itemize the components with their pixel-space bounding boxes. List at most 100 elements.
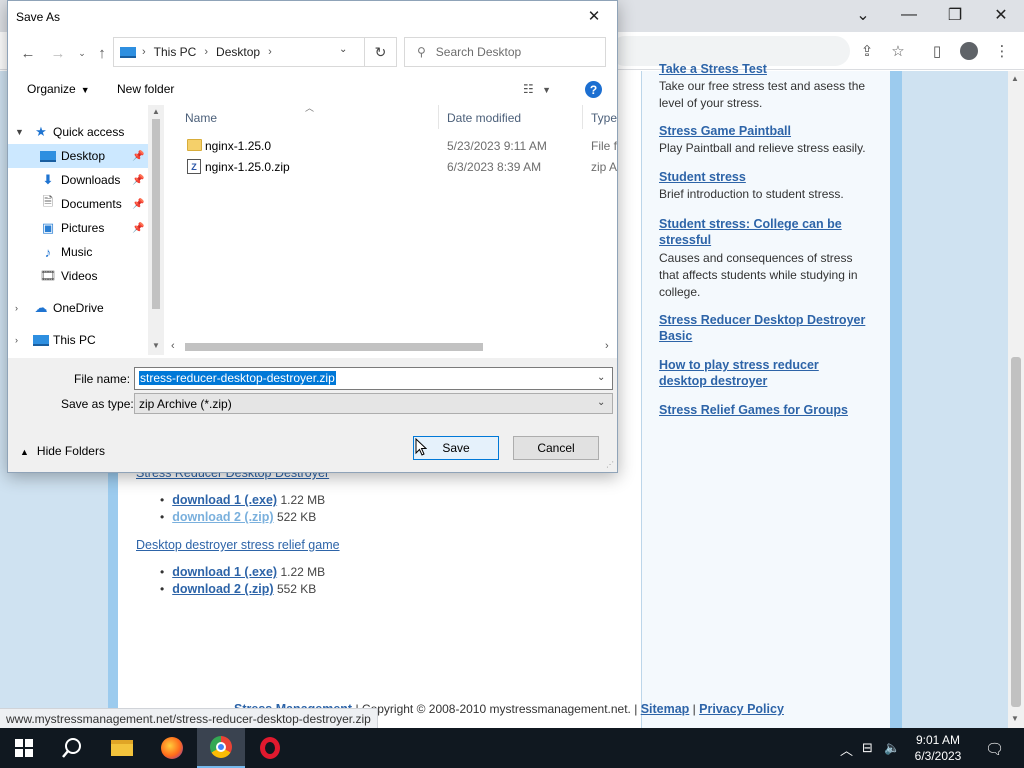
document-icon: 🗎 bbox=[42, 194, 54, 209]
page-right-margin bbox=[890, 71, 1010, 728]
chrome-taskbar-button[interactable] bbox=[197, 728, 245, 768]
page-scrollbar[interactable]: ▲ ▼ bbox=[1008, 71, 1024, 728]
side-link[interactable]: Take a Stress Test bbox=[659, 62, 767, 76]
nav-music[interactable]: ♪ Music bbox=[8, 240, 148, 264]
pin-icon: 📌 bbox=[132, 222, 145, 234]
dialog-close-icon[interactable]: ✕ bbox=[579, 5, 609, 27]
network-icon[interactable]: ⊟ bbox=[862, 740, 873, 756]
back-arrow-icon[interactable]: ← bbox=[18, 43, 38, 63]
file-row[interactable]: nginx-1.25.0 5/23/2023 9:11 AM File fold… bbox=[185, 136, 617, 156]
organize-button[interactable]: Organize ▼ bbox=[27, 82, 90, 96]
up-arrow-icon[interactable]: ↑ bbox=[92, 43, 112, 63]
nav-videos[interactable]: 🎞 Videos bbox=[8, 264, 148, 288]
file-row[interactable]: Z nginx-1.25.0.zip 6/3/2023 8:39 AM zip … bbox=[185, 157, 617, 177]
opera-taskbar-button[interactable] bbox=[246, 728, 294, 768]
breadcrumb-desktop[interactable]: Desktop bbox=[216, 45, 260, 59]
scroll-down-icon[interactable]: ▼ bbox=[1011, 714, 1019, 723]
dialog-address-bar[interactable]: › This PC › Desktop › bbox=[113, 37, 365, 67]
restore-button[interactable]: ❐ bbox=[932, 0, 978, 30]
file-list-hscrollbar[interactable]: ‹ › bbox=[165, 339, 617, 355]
file-explorer-taskbar-button[interactable] bbox=[98, 728, 146, 768]
file-size: 552 KB bbox=[276, 582, 317, 596]
minimize-button[interactable]: — bbox=[886, 0, 932, 30]
save-type-select[interactable]: zip Archive (*.zip) bbox=[134, 393, 613, 414]
dialog-search-input[interactable]: ⚲ Search Desktop bbox=[404, 37, 606, 67]
show-hidden-icons-icon[interactable]: ︿ bbox=[840, 740, 853, 759]
hscrollbar-thumb[interactable] bbox=[185, 343, 483, 351]
side-link[interactable]: Stress Reducer Desktop Destroyer Basic bbox=[659, 313, 865, 343]
hide-folders-button[interactable]: ▲ Hide Folders bbox=[20, 444, 105, 458]
volume-muted-icon[interactable]: 🔈 bbox=[884, 740, 900, 756]
page-scrollbar-thumb[interactable] bbox=[1011, 357, 1021, 707]
status-bar: www.mystressmanagement.net/stress-reduce… bbox=[0, 708, 378, 728]
side-link[interactable]: How to play stress reducer desktop destr… bbox=[659, 358, 819, 388]
nav-downloads[interactable]: ⬇ Downloads 📌 bbox=[8, 168, 148, 192]
profile-avatar-icon[interactable] bbox=[958, 40, 980, 62]
address-dropdown-icon[interactable]: ⌄ bbox=[339, 44, 347, 55]
view-options-icon[interactable]: ☷ ▼ bbox=[523, 82, 551, 96]
expand-arrow-icon[interactable]: › bbox=[15, 303, 18, 313]
nav-pictures[interactable]: ▣ Pictures 📌 bbox=[8, 216, 148, 240]
notifications-icon[interactable]: 🗨 bbox=[985, 740, 1004, 758]
nav-scrollbar[interactable]: ▲ ▼ bbox=[148, 105, 164, 355]
bookmark-star-icon[interactable]: ☆ bbox=[887, 40, 909, 62]
clock[interactable]: 9:01 AM 6/3/2023 bbox=[902, 732, 974, 764]
opera-icon bbox=[260, 737, 280, 759]
scroll-down-icon[interactable]: ▼ bbox=[152, 341, 160, 350]
expand-arrow-icon[interactable]: › bbox=[15, 335, 18, 345]
folder-icon bbox=[111, 740, 133, 756]
section2-title-link[interactable]: Desktop destroyer stress relief game bbox=[136, 538, 340, 552]
expand-arrow-icon[interactable]: ▼ bbox=[15, 127, 24, 137]
nav-label: Documents bbox=[61, 197, 122, 211]
scroll-left-icon[interactable]: ‹ bbox=[171, 340, 175, 352]
scroll-up-icon[interactable]: ▲ bbox=[152, 107, 160, 116]
tab-search-icon[interactable]: ⌄ bbox=[840, 0, 886, 30]
share-icon[interactable]: ⇪ bbox=[856, 40, 878, 62]
forward-arrow-icon[interactable]: → bbox=[48, 43, 68, 63]
download-link[interactable]: download 1 (.exe) bbox=[172, 565, 277, 579]
file-type: zip Archive bbox=[591, 160, 617, 174]
save-type-dropdown-icon[interactable]: ⌄ bbox=[597, 397, 605, 408]
scroll-right-icon[interactable]: › bbox=[605, 340, 609, 352]
menu-dots-icon[interactable]: ⋮ bbox=[991, 40, 1013, 62]
download-link[interactable]: download 2 (.zip) bbox=[172, 582, 273, 596]
nav-this-pc[interactable]: › This PC bbox=[8, 328, 148, 352]
column-date[interactable]: Date modified bbox=[447, 111, 521, 125]
mouse-cursor-icon bbox=[415, 438, 427, 456]
nav-scrollbar-thumb[interactable] bbox=[152, 119, 160, 309]
firefox-taskbar-button[interactable] bbox=[148, 728, 196, 768]
help-icon[interactable]: ? bbox=[585, 81, 602, 98]
recent-locations-icon[interactable]: ⌄ bbox=[72, 43, 92, 63]
resize-grip-icon[interactable]: ⋰ bbox=[606, 460, 614, 469]
download-link[interactable]: download 1 (.exe) bbox=[172, 493, 277, 507]
nav-onedrive[interactable]: › ☁ OneDrive bbox=[8, 296, 148, 320]
footer-privacy-link[interactable]: Privacy Policy bbox=[699, 702, 784, 716]
file-name-input[interactable]: stress-reducer-desktop-destroyer.zip bbox=[134, 367, 613, 390]
file-size: 1.22 MB bbox=[280, 493, 326, 507]
nav-documents[interactable]: 🗎 Documents 📌 bbox=[8, 192, 148, 216]
clock-date: 6/3/2023 bbox=[914, 749, 962, 763]
column-name[interactable]: Name bbox=[185, 111, 217, 125]
videos-icon: 🎞 bbox=[39, 268, 57, 283]
footer-sitemap-link[interactable]: Sitemap bbox=[641, 702, 690, 716]
file-name-dropdown-icon[interactable]: ⌄ bbox=[597, 372, 605, 383]
side-link[interactable]: Student stress bbox=[659, 170, 746, 184]
nav-desktop[interactable]: Desktop 📌 bbox=[8, 144, 148, 168]
cancel-button[interactable]: Cancel bbox=[513, 436, 599, 460]
side-link[interactable]: Stress Game Paintball bbox=[659, 124, 791, 138]
side-link[interactable]: Stress Relief Games for Groups bbox=[659, 403, 848, 417]
refresh-icon[interactable]: ↻ bbox=[365, 37, 397, 67]
download-link[interactable]: download 2 (.zip) bbox=[172, 510, 273, 524]
side-panel-icon[interactable]: ▯ bbox=[926, 40, 948, 62]
taskbar: ︿ ⊟ 🔈 9:01 AM 6/3/2023 🗨 bbox=[0, 728, 1024, 768]
close-window-button[interactable]: ✕ bbox=[978, 0, 1024, 30]
breadcrumb-this-pc[interactable]: This PC bbox=[154, 45, 197, 59]
column-type[interactable]: Type bbox=[591, 111, 617, 125]
file-list: ︿ Name Date modified Type nginx-1.25.0 5… bbox=[165, 103, 617, 357]
scroll-up-icon[interactable]: ▲ bbox=[1011, 74, 1019, 83]
nav-quick-access[interactable]: ▼ ★ Quick access bbox=[8, 120, 148, 144]
search-taskbar-button[interactable] bbox=[48, 728, 96, 768]
side-link[interactable]: Student stress: College can be stressful bbox=[659, 217, 842, 247]
new-folder-button[interactable]: New folder bbox=[117, 82, 174, 96]
start-button[interactable] bbox=[0, 728, 48, 768]
